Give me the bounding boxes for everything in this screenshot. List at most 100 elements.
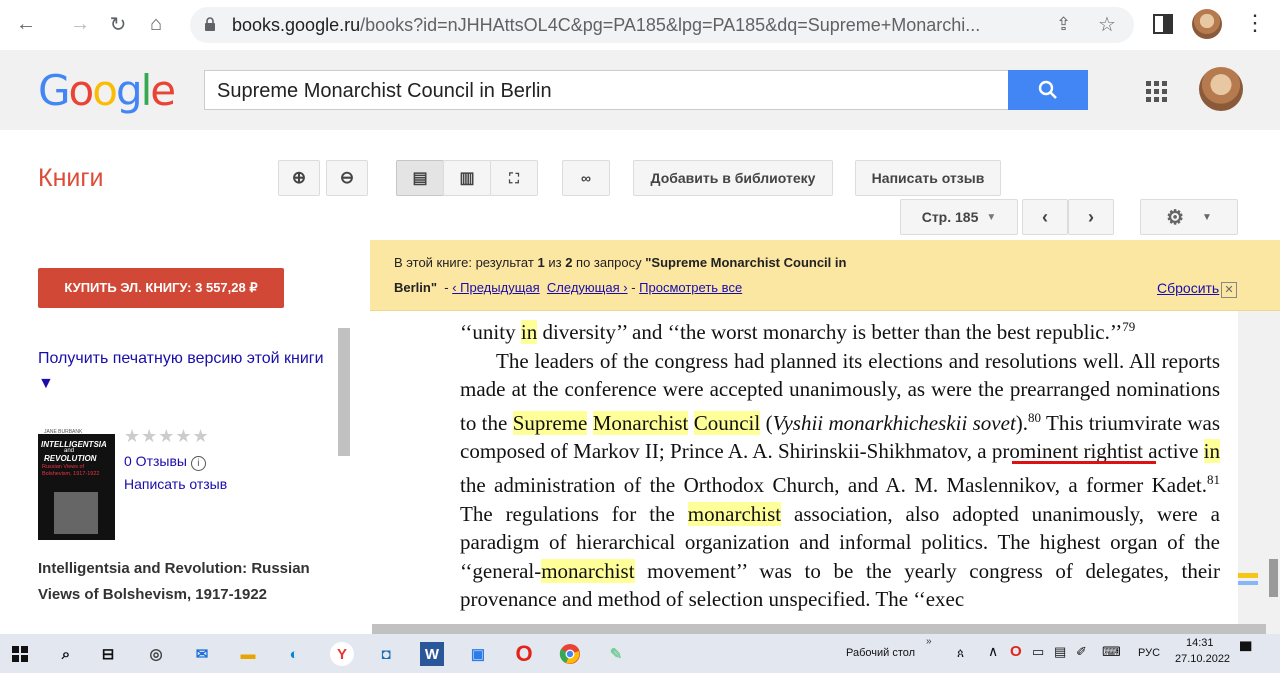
apps-grid-icon[interactable]: [1146, 81, 1168, 103]
viewer-vertical-scrollbar[interactable]: [1266, 311, 1280, 623]
browser-toolbar: ← → ↻ ⌂ books.google.ru/books?id=nJHHAtt…: [0, 0, 1280, 50]
account-avatar[interactable]: [1199, 67, 1243, 111]
two-page-view-button[interactable]: ▥: [443, 160, 491, 196]
chevron-down-icon: ▼: [986, 211, 997, 223]
zoom-out-icon: ⊖: [339, 168, 355, 187]
info-icon[interactable]: i: [190, 456, 206, 471]
red-underline-annotation: [1012, 461, 1156, 464]
battery-icon[interactable]: ▭: [1032, 644, 1044, 660]
google-header: Google: [0, 50, 1280, 130]
books-title[interactable]: Книги: [38, 164, 103, 193]
zoom-out-button[interactable]: ⊖: [326, 160, 368, 196]
page-label: Стр. 185: [921, 209, 979, 225]
zoom-in-icon: ⊕: [291, 168, 307, 187]
url-text: books.google.ru/books?id=nJHHAttsOL4C&pg…: [232, 15, 981, 35]
edge-icon[interactable]: ◐: [282, 642, 306, 666]
chevron-down-icon: ▼: [1202, 211, 1212, 223]
two-page-icon: ▥: [459, 170, 475, 187]
pen-icon[interactable]: ✐: [1076, 644, 1087, 660]
windows-start-icon[interactable]: [8, 642, 32, 666]
photos-icon[interactable]: ▣: [466, 642, 490, 666]
search-icon: [1038, 80, 1057, 99]
windows-taskbar: ⌕ ⊟ ◎ ✉ ▬ ◐ Y ◘ W ▣ O ✎ Рабочий стол » ጰ…: [0, 634, 1280, 673]
search-button[interactable]: [1008, 70, 1088, 110]
book-cover-image[interactable]: JANE BURBANK INTELLIGENTSIA and REVOLUTI…: [38, 428, 115, 540]
opera-icon[interactable]: O: [512, 641, 536, 666]
write-review-button[interactable]: Написать отзыв: [855, 160, 1001, 196]
search-result-banner: В этой книге: результат 1 из 2 по запрос…: [370, 240, 1280, 311]
single-page-icon: ▤: [412, 170, 428, 187]
write-review-link[interactable]: Написать отзыв: [124, 476, 227, 492]
bookmark-star-icon[interactable]: ☆: [1098, 12, 1116, 37]
search-box: [204, 70, 1010, 110]
banner-nav: Berlin" - ‹ Предыдущая Следующая › - Про…: [394, 280, 743, 295]
forward-icon[interactable]: →: [66, 10, 94, 38]
reload-icon[interactable]: ↻: [104, 10, 132, 38]
share-icon[interactable]: ⇪: [1056, 14, 1071, 35]
notifications-icon[interactable]: ▀: [1240, 643, 1251, 661]
settings-dropdown[interactable]: ⚙ ▼: [1140, 199, 1238, 235]
prev-page-button[interactable]: ‹: [1022, 199, 1068, 235]
yandex-browser-icon[interactable]: Y: [330, 642, 354, 666]
zoom-in-button[interactable]: ⊕: [278, 160, 320, 196]
clock-time[interactable]: 14:31: [1186, 637, 1214, 649]
book-title: Intelligentsia and Revolution: Russian V…: [38, 560, 310, 603]
chrome-icon[interactable]: [558, 642, 582, 666]
side-panel-icon[interactable]: [1153, 14, 1173, 34]
keyboard-icon[interactable]: ⌨: [1102, 644, 1121, 660]
link-icon: ∞: [581, 170, 591, 186]
print-version-link[interactable]: Получить печатную версию этой книги ▼: [38, 346, 328, 396]
file-explorer-icon[interactable]: ▬: [236, 642, 260, 666]
cover-publisher: JANE BURBANK: [44, 429, 83, 435]
page-select-dropdown[interactable]: Стр. 185 ▼: [900, 199, 1018, 235]
network-icon[interactable]: ▤: [1054, 644, 1066, 660]
tray-expand-icon[interactable]: ∧: [988, 643, 998, 660]
scroll-thumb[interactable]: [1269, 559, 1278, 597]
chevron-left-icon: ‹: [1042, 206, 1048, 227]
close-icon[interactable]: ✕: [1221, 282, 1237, 298]
add-to-library-button[interactable]: Добавить в библиотеку: [633, 160, 833, 196]
language-indicator[interactable]: РУС: [1138, 647, 1160, 659]
chevron-right-icon: ›: [1088, 206, 1094, 227]
link-button[interactable]: ∞: [562, 160, 610, 196]
desktop-label[interactable]: Рабочий стол: [846, 647, 915, 659]
next-page-button[interactable]: ›: [1068, 199, 1114, 235]
outlook-icon[interactable]: ◘: [374, 642, 398, 666]
task-view-icon[interactable]: ⊟: [96, 642, 120, 666]
buy-ebook-button[interactable]: КУПИТЬ ЭЛ. КНИГУ: 3 557,28 ₽: [38, 268, 284, 308]
fullscreen-button[interactable]: ⛶: [490, 160, 538, 196]
next-result-link[interactable]: Следующая ›: [547, 280, 628, 295]
home-icon[interactable]: ⌂: [142, 10, 170, 38]
people-icon[interactable]: ጰ: [957, 646, 964, 661]
single-page-view-button[interactable]: ▤: [396, 160, 444, 196]
google-logo[interactable]: Google: [38, 66, 176, 115]
viewer-horizontal-scrollbar[interactable]: [372, 624, 1266, 634]
opera-tray-icon[interactable]: O: [1010, 643, 1022, 660]
search-hit-marker: [1238, 581, 1258, 585]
menu-dots-icon[interactable]: ⋮: [1244, 10, 1266, 36]
chevron-right-icon[interactable]: »: [926, 636, 932, 647]
lock-icon: [205, 17, 215, 31]
search-icon[interactable]: ⌕: [54, 642, 78, 666]
rating-stars: ★★★★★: [124, 426, 210, 446]
cover-subtitle: Russian Views of Bolshevism, 1917-1922: [42, 464, 100, 477]
sidebar-scrollbar[interactable]: [338, 328, 350, 456]
search-input[interactable]: [217, 80, 997, 103]
search-hit-marker: [1238, 573, 1258, 578]
cover-title-line3: REVOLUTION: [44, 454, 97, 463]
word-icon[interactable]: W: [420, 642, 444, 666]
cortana-icon[interactable]: ◎: [144, 642, 168, 666]
clock-date[interactable]: 27.10.2022: [1175, 653, 1230, 665]
mail-icon[interactable]: ✉: [190, 642, 214, 666]
banner-result-text: В этой книге: результат 1 из 2 по запрос…: [394, 255, 847, 270]
back-icon[interactable]: ←: [12, 10, 40, 38]
address-bar[interactable]: books.google.ru/books?id=nJHHAttsOL4C&pg…: [190, 7, 1134, 43]
reset-link[interactable]: Сбросить: [1157, 280, 1219, 296]
paint-icon[interactable]: ✎: [604, 642, 628, 666]
fullscreen-icon: ⛶: [509, 169, 519, 186]
page-text: ‘‘unity in diversity’’ and ‘‘the worst m…: [460, 319, 1221, 612]
view-all-link[interactable]: Просмотреть все: [639, 280, 742, 295]
prev-result-link[interactable]: ‹ Предыдущая: [452, 280, 539, 295]
reviews-count-link[interactable]: 0 Отзывы i: [124, 453, 206, 471]
profile-avatar[interactable]: [1192, 9, 1222, 39]
